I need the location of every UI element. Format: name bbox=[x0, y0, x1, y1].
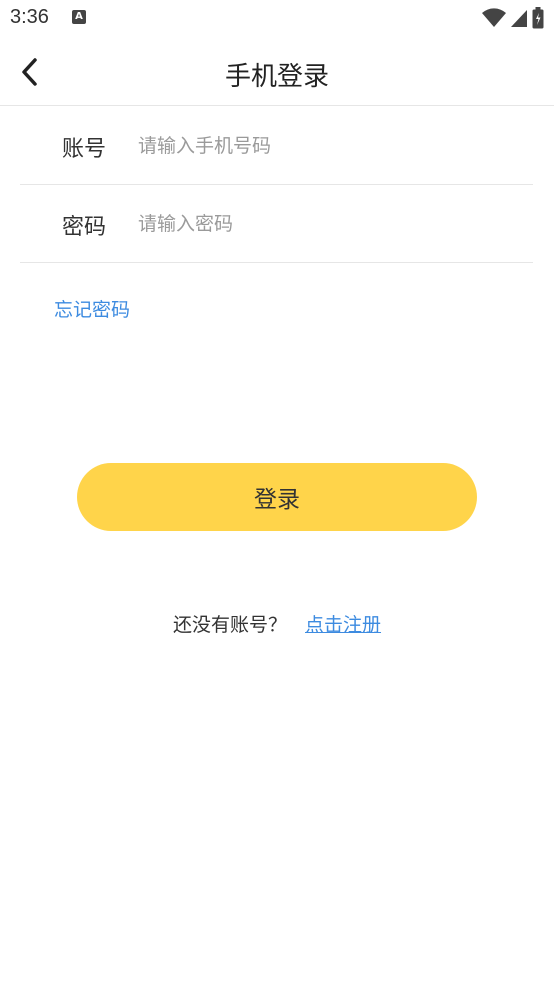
app-bar: 手机登录 bbox=[0, 38, 554, 106]
password-label: 密码 bbox=[62, 215, 107, 240]
phone-input[interactable] bbox=[138, 123, 518, 169]
register-prompt: 还没有账号？ bbox=[172, 614, 287, 636]
page-title: 手机登录 bbox=[224, 62, 329, 92]
register-row: 还没有账号？ 点击注册 bbox=[0, 610, 554, 637]
forgot-password-link[interactable]: 忘记密码 bbox=[54, 295, 130, 322]
account-row: 账号 bbox=[20, 107, 533, 185]
password-input[interactable] bbox=[138, 201, 518, 247]
register-link[interactable]: 点击注册 bbox=[305, 614, 381, 636]
notification-icon: A bbox=[72, 10, 86, 24]
password-row: 密码 bbox=[20, 185, 533, 263]
status-time: 3:36 bbox=[10, 6, 49, 28]
status-icons bbox=[482, 6, 544, 30]
wifi-icon bbox=[482, 8, 506, 27]
login-button[interactable]: 登录 bbox=[77, 463, 477, 531]
status-bar: 3:36 A bbox=[0, 0, 554, 38]
signal-icon bbox=[511, 10, 527, 27]
account-label: 账号 bbox=[62, 137, 107, 162]
battery-icon bbox=[532, 7, 544, 29]
